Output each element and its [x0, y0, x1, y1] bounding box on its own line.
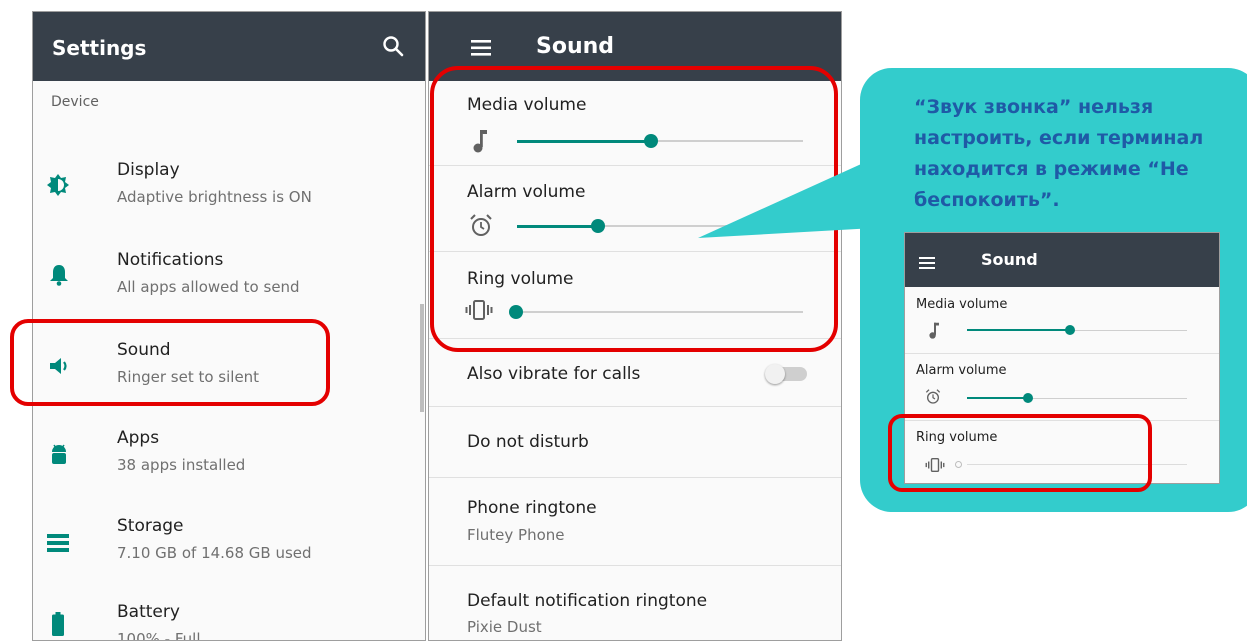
- settings-item-notifications[interactable]: Notifications All apps allowed to send: [33, 244, 425, 314]
- settings-item-storage[interactable]: Storage 7.10 GB of 14.68 GB used: [33, 512, 425, 582]
- mini-media-fill: [967, 329, 1071, 331]
- bell-icon: [49, 264, 71, 286]
- phone-ringtone-label[interactable]: Phone ringtone: [467, 498, 597, 518]
- mini-alarm-fill: [967, 397, 1029, 399]
- brightness-icon: [47, 174, 69, 196]
- section-header-device: Device: [51, 94, 99, 110]
- settings-item-summary: 7.10 GB of 14.68 GB used: [117, 544, 312, 562]
- divider: [429, 565, 841, 566]
- vibrate-for-calls-label: Also vibrate for calls: [467, 364, 641, 384]
- scrollbar[interactable]: [420, 304, 424, 412]
- storage-icon: [47, 534, 69, 556]
- alarm-clock-icon: [925, 389, 941, 405]
- notification-ringtone-value: Pixie Dust: [467, 618, 542, 636]
- settings-item-label: Display: [117, 160, 180, 180]
- settings-item-summary: All apps allowed to send: [117, 278, 300, 296]
- phone-ringtone-value: Flutey Phone: [467, 526, 565, 544]
- mini-alarm-thumb: [1023, 393, 1033, 403]
- settings-item-label: Apps: [117, 428, 160, 448]
- mini-alarm-label: Alarm volume: [916, 363, 1007, 378]
- settings-app-bar: Settings: [33, 12, 425, 81]
- switch-thumb[interactable]: [765, 364, 785, 384]
- settings-item-battery[interactable]: Battery 100% - Full: [33, 598, 425, 641]
- page-title: Sound: [536, 34, 615, 59]
- settings-item-summary: 100% - Full: [117, 630, 201, 641]
- settings-item-display[interactable]: Display Adaptive brightness is ON: [33, 154, 425, 224]
- android-icon: [49, 442, 71, 464]
- settings-item-label: Storage: [117, 516, 184, 536]
- mini-media-label: Media volume: [916, 297, 1008, 312]
- search-icon[interactable]: [381, 34, 405, 58]
- settings-item-summary: 38 apps installed: [117, 456, 246, 474]
- battery-icon: [52, 612, 74, 636]
- sound-highlight-box: [10, 319, 330, 406]
- music-note-icon: [929, 322, 939, 339]
- divider: [429, 477, 841, 478]
- ring-volume-highlight-box: [888, 414, 1152, 492]
- settings-item-label: Battery: [117, 602, 180, 622]
- settings-item-apps[interactable]: Apps 38 apps installed: [33, 424, 425, 494]
- mini-media-thumb: [1065, 325, 1075, 335]
- divider: [905, 353, 1219, 354]
- notification-ringtone-label[interactable]: Default notification ringtone: [467, 591, 707, 611]
- mini-app-bar: Sound: [905, 233, 1219, 287]
- settings-item-label: Notifications: [117, 250, 224, 270]
- do-not-disturb-item[interactable]: Do not disturb: [467, 432, 589, 452]
- menu-icon: [919, 254, 935, 269]
- menu-icon[interactable]: [471, 40, 491, 56]
- page-title: Settings: [52, 36, 147, 60]
- mini-title: Sound: [981, 250, 1038, 269]
- callout-text: “Звук звонка” нельзя настроить, если тер…: [914, 96, 1204, 211]
- settings-item-summary: Adaptive brightness is ON: [117, 188, 312, 206]
- divider: [429, 406, 841, 407]
